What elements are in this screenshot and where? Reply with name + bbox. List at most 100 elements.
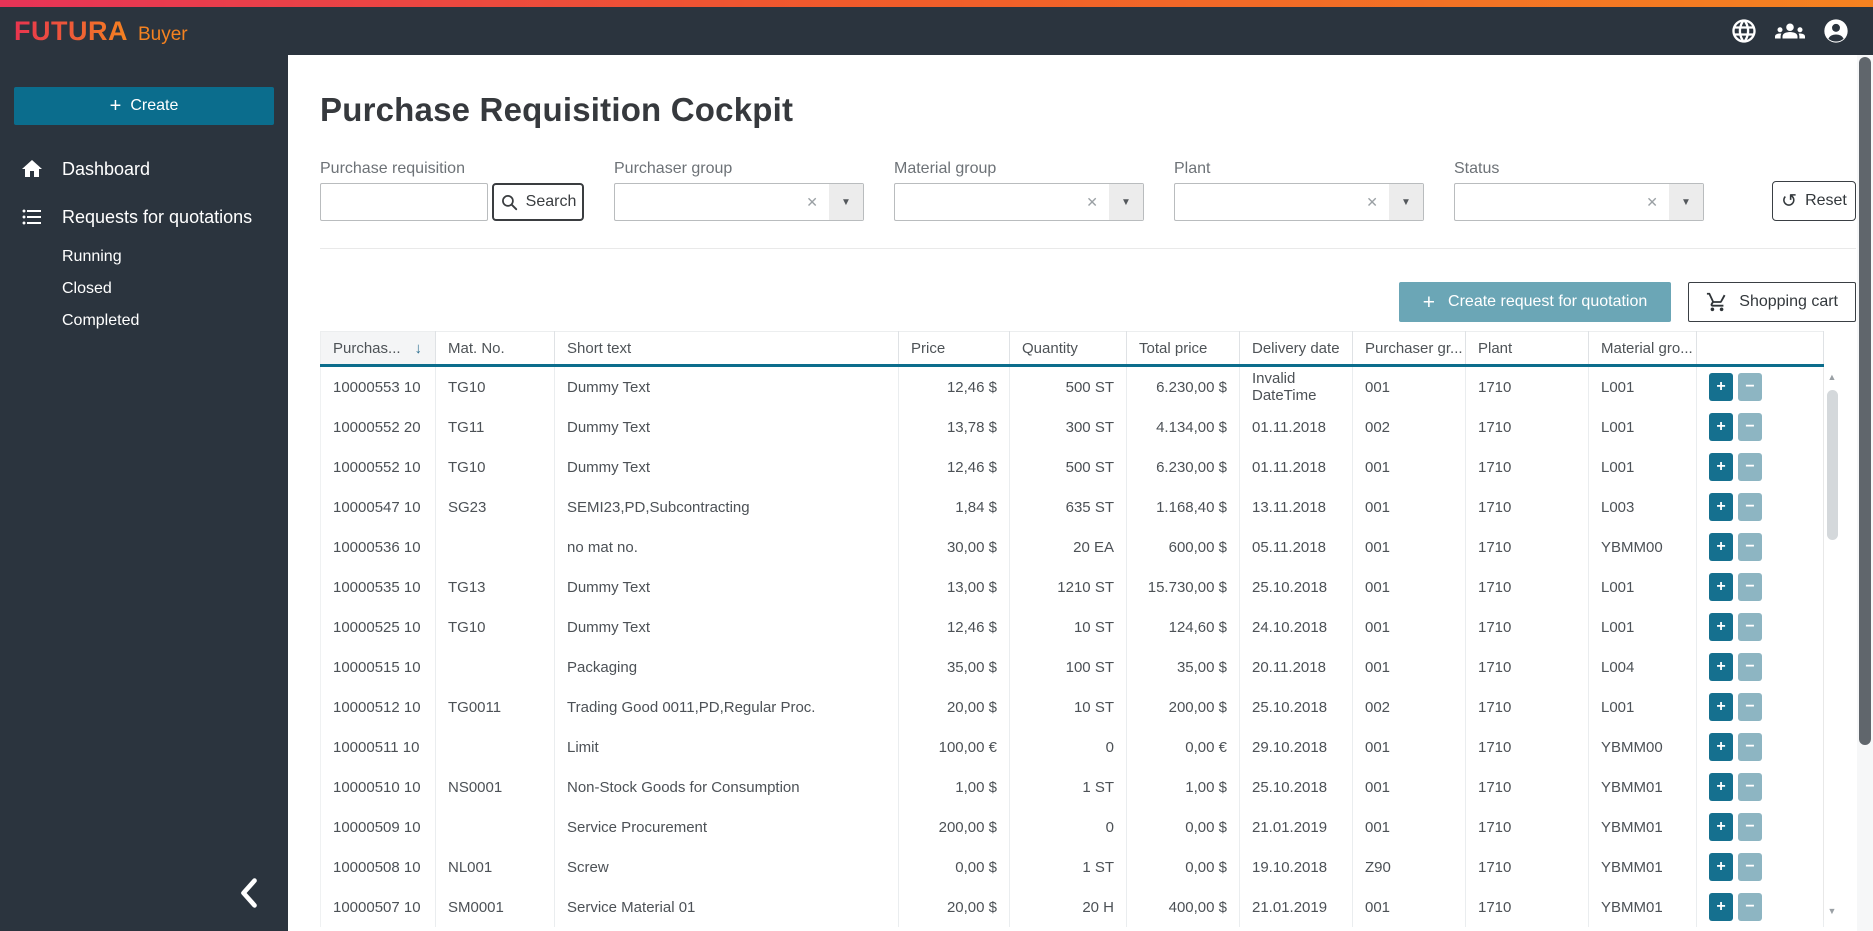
cell-material-group: L001 — [1588, 407, 1697, 447]
plant-combobox[interactable]: ✕ ▼ — [1174, 183, 1424, 221]
status-combobox[interactable]: ✕ ▼ — [1454, 183, 1704, 221]
purchaser-group-combobox[interactable]: ✕ ▼ — [614, 183, 864, 221]
remove-from-cart-button[interactable]: − — [1738, 773, 1762, 801]
table-row[interactable]: 10000511 10 Limit 100,00 € 0 0,00 € 29.1… — [320, 727, 1824, 767]
add-to-cart-button[interactable]: + — [1709, 853, 1733, 881]
add-to-cart-button[interactable]: + — [1709, 693, 1733, 721]
table-row[interactable]: 10000510 10 NS0001 Non-Stock Goods for C… — [320, 767, 1824, 807]
remove-from-cart-button[interactable]: − — [1738, 373, 1762, 401]
remove-from-cart-button[interactable]: − — [1738, 453, 1762, 481]
add-to-cart-button[interactable]: + — [1709, 413, 1733, 441]
cell-material-number: TG11 — [435, 407, 555, 447]
remove-from-cart-button[interactable]: − — [1738, 653, 1762, 681]
purchase-requisition-input[interactable] — [320, 183, 488, 221]
column-header-purchaser-group[interactable]: Purchaser gr... — [1352, 331, 1466, 367]
remove-from-cart-button[interactable]: − — [1738, 493, 1762, 521]
remove-from-cart-button[interactable]: − — [1738, 893, 1762, 921]
table-row[interactable]: 10000512 10 TG0011 Trading Good 0011,PD,… — [320, 687, 1824, 727]
page-scrollbar[interactable] — [1857, 55, 1873, 931]
clear-icon[interactable]: ✕ — [797, 194, 827, 211]
table-row[interactable]: 10000509 10 Service Procurement 200,00 $… — [320, 807, 1824, 847]
column-header-delivery-date[interactable]: Delivery date — [1239, 331, 1353, 367]
table-row[interactable]: 10000552 10 TG10 Dummy Text 12,46 $ 500 … — [320, 447, 1824, 487]
dropdown-arrow-icon[interactable]: ▼ — [1667, 184, 1703, 220]
shopping-cart-button[interactable]: Shopping cart — [1688, 282, 1856, 322]
add-to-cart-button[interactable]: + — [1709, 573, 1733, 601]
user-groups-button[interactable] — [1775, 16, 1805, 46]
table-scrollbar[interactable]: ▲ ▼ — [1823, 368, 1840, 920]
clear-icon[interactable]: ✕ — [1077, 194, 1107, 211]
cell-total-price: 0,00 $ — [1126, 847, 1240, 887]
remove-from-cart-button[interactable]: − — [1738, 613, 1762, 641]
scroll-up-icon[interactable]: ▲ — [1828, 372, 1837, 382]
add-to-cart-button[interactable]: + — [1709, 893, 1733, 921]
material-group-input[interactable] — [895, 184, 1078, 220]
status-input[interactable] — [1455, 184, 1638, 220]
column-header-purchase-requisition[interactable]: Purchas... ↓ — [320, 331, 436, 367]
remove-from-cart-button[interactable]: − — [1738, 573, 1762, 601]
column-header-short-text[interactable]: Short text — [554, 331, 899, 367]
column-header-material-group[interactable]: Material gro... — [1588, 331, 1697, 367]
remove-from-cart-button[interactable]: − — [1738, 693, 1762, 721]
sidebar-item-requests-for-quotations[interactable]: Requests for quotations — [0, 193, 288, 241]
purchaser-group-input[interactable] — [615, 184, 798, 220]
add-to-cart-button[interactable]: + — [1709, 533, 1733, 561]
table-row[interactable]: 10000547 10 SG23 SEMI23,PD,Subcontractin… — [320, 487, 1824, 527]
remove-from-cart-button[interactable]: − — [1738, 813, 1762, 841]
cell-purchaser-group: 001 — [1352, 727, 1466, 767]
add-to-cart-button[interactable]: + — [1709, 613, 1733, 641]
table-row[interactable]: 10000507 10 SM0001 Service Material 01 2… — [320, 887, 1824, 927]
scroll-down-icon[interactable]: ▼ — [1828, 906, 1837, 916]
sidebar-item-dashboard[interactable]: Dashboard — [0, 145, 288, 193]
reset-button[interactable]: ↺ Reset — [1772, 181, 1856, 221]
material-group-combobox[interactable]: ✕ ▼ — [894, 183, 1144, 221]
dropdown-arrow-icon[interactable]: ▼ — [1107, 184, 1143, 220]
search-icon — [501, 194, 517, 210]
add-to-cart-button[interactable]: + — [1709, 813, 1733, 841]
cell-plant: 1710 — [1465, 365, 1589, 407]
dropdown-arrow-icon[interactable]: ▼ — [1387, 184, 1423, 220]
create-button[interactable]: + Create — [14, 87, 274, 125]
column-header-total-price[interactable]: Total price — [1126, 331, 1240, 367]
sort-descending-icon[interactable]: ↓ — [415, 340, 423, 357]
add-to-cart-button[interactable]: + — [1709, 373, 1733, 401]
add-to-cart-button[interactable]: + — [1709, 493, 1733, 521]
plant-input[interactable] — [1175, 184, 1358, 220]
collapse-sidebar-button[interactable] — [234, 872, 264, 917]
table-scrollbar-thumb[interactable] — [1827, 390, 1838, 540]
table-row[interactable]: 10000553 10 TG10 Dummy Text 12,46 $ 500 … — [320, 365, 1824, 407]
page-scrollbar-thumb[interactable] — [1859, 57, 1871, 745]
add-to-cart-button[interactable]: + — [1709, 653, 1733, 681]
account-button[interactable] — [1822, 17, 1850, 45]
remove-from-cart-button[interactable]: − — [1738, 533, 1762, 561]
cell-short-text: Service Material 01 — [554, 887, 899, 927]
clear-icon[interactable]: ✕ — [1357, 194, 1387, 211]
create-request-for-quotation-button[interactable]: + Create request for quotation — [1398, 282, 1672, 322]
table-row[interactable]: 10000508 10 NL001 Screw 0,00 $ 1 ST 0,00… — [320, 847, 1824, 887]
sidebar-item-running[interactable]: Running — [0, 241, 288, 273]
sidebar-item-closed[interactable]: Closed — [0, 273, 288, 305]
add-to-cart-button[interactable]: + — [1709, 453, 1733, 481]
language-button[interactable] — [1730, 17, 1758, 45]
column-header-price[interactable]: Price — [898, 331, 1010, 367]
table-row[interactable]: 10000525 10 TG10 Dummy Text 12,46 $ 10 S… — [320, 607, 1824, 647]
table-row[interactable]: 10000535 10 TG13 Dummy Text 13,00 $ 1210… — [320, 567, 1824, 607]
column-header-quantity[interactable]: Quantity — [1009, 331, 1127, 367]
dropdown-arrow-icon[interactable]: ▼ — [827, 184, 863, 220]
add-to-cart-button[interactable]: + — [1709, 733, 1733, 761]
sidebar-item-completed[interactable]: Completed — [0, 305, 288, 337]
clear-icon[interactable]: ✕ — [1637, 194, 1667, 211]
table-row[interactable]: 10000552 20 TG11 Dummy Text 13,78 $ 300 … — [320, 407, 1824, 447]
remove-from-cart-button[interactable]: − — [1738, 853, 1762, 881]
remove-from-cart-button[interactable]: − — [1738, 733, 1762, 761]
table-row[interactable]: 10000515 10 Packaging 35,00 $ 100 ST 35,… — [320, 647, 1824, 687]
column-header-material-number[interactable]: Mat. No. — [435, 331, 555, 367]
cell-quantity: 1210 ST — [1009, 567, 1127, 607]
cell-purchaser-group: 001 — [1352, 447, 1466, 487]
cell-actions: + − — [1696, 527, 1824, 567]
column-header-plant[interactable]: Plant — [1465, 331, 1589, 367]
table-row[interactable]: 10000536 10 no mat no. 30,00 $ 20 EA 600… — [320, 527, 1824, 567]
remove-from-cart-button[interactable]: − — [1738, 413, 1762, 441]
add-to-cart-button[interactable]: + — [1709, 773, 1733, 801]
search-button[interactable]: Search — [492, 183, 584, 221]
